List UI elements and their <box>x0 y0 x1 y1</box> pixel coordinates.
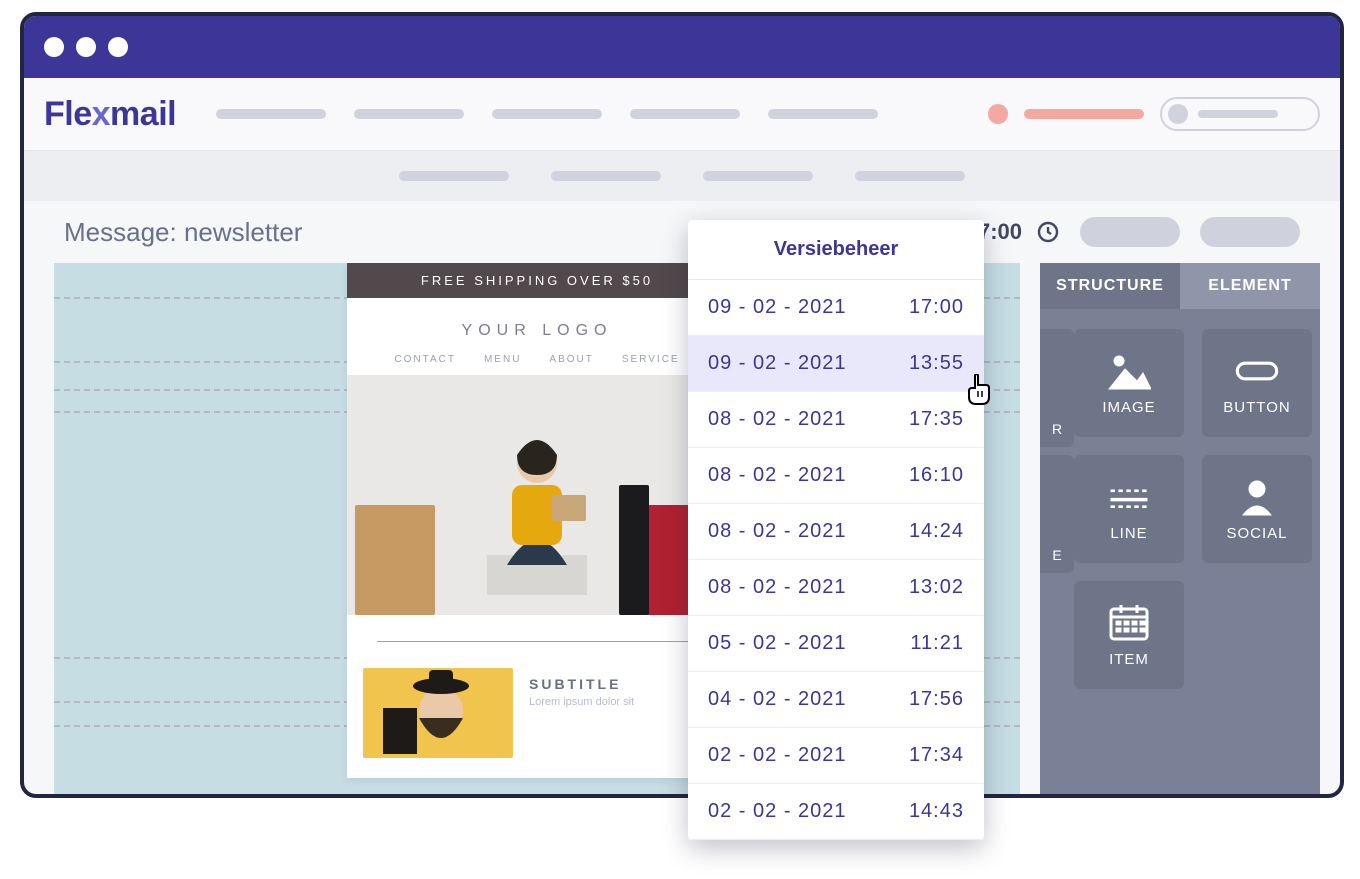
version-history-title: Versiebeheer <box>688 220 984 280</box>
app-window: Flexmail Message: newsletter Saved o <box>20 12 1344 798</box>
version-item[interactable]: 02 - 02 - 202117:34 <box>688 728 984 784</box>
toolbar: Message: newsletter Saved on 09-02-2021 … <box>24 201 1340 263</box>
account-menu[interactable] <box>1160 97 1320 131</box>
subnav-item[interactable] <box>703 171 813 181</box>
nav-item[interactable] <box>630 109 740 119</box>
element-label: E <box>1052 547 1061 563</box>
cursor-icon <box>966 374 994 406</box>
image-icon <box>1107 351 1151 391</box>
clock-icon <box>1036 220 1060 244</box>
element-label: SOCIAL <box>1226 525 1287 542</box>
account-name <box>1198 110 1278 118</box>
subnav-item[interactable] <box>855 171 965 181</box>
thumb-image[interactable] <box>363 668 513 758</box>
element-button[interactable]: BUTTON <box>1202 329 1312 437</box>
logo-part: mail <box>110 95 176 133</box>
calendar-icon <box>1107 603 1151 643</box>
element-label: ITEM <box>1109 651 1149 668</box>
version-item[interactable]: 05 - 02 - 202111:21 <box>688 616 984 672</box>
titlebar <box>24 16 1340 78</box>
version-item[interactable]: 09 - 02 - 202117:00 <box>688 280 984 336</box>
version-item[interactable]: 08 - 02 - 202113:02 <box>688 560 984 616</box>
version-item[interactable]: 02 - 02 - 202114:43 <box>688 784 984 840</box>
nav-item[interactable] <box>354 109 464 119</box>
avatar <box>1168 104 1188 124</box>
hero-image[interactable] <box>347 375 727 615</box>
social-icon <box>1235 477 1279 517</box>
canvas-nav-item[interactable]: MENU <box>484 354 521 365</box>
person-illustration <box>457 415 617 615</box>
tab-structure[interactable]: STRUCTURE <box>1040 263 1180 309</box>
version-item[interactable]: 08 - 02 - 202114:24 <box>688 504 984 560</box>
version-item[interactable]: 09 - 02 - 202113:55 <box>688 336 984 392</box>
subnav-item[interactable] <box>399 171 509 181</box>
canvas-nav: CONTACT MENU ABOUT SERVICE <box>347 348 727 375</box>
primary-nav-skeleton <box>216 109 878 119</box>
upgrade-link[interactable] <box>1024 109 1144 119</box>
toolbar-button[interactable] <box>1080 217 1180 247</box>
element-social[interactable]: SOCIAL <box>1202 455 1312 563</box>
app-logo[interactable]: Flexmail <box>44 95 176 134</box>
element-panel: STRUCTURE ELEMENT R E IMAGE BUTTON <box>1040 263 1320 795</box>
element-label: BUTTON <box>1223 399 1290 416</box>
subtitle-label[interactable]: SUBTITLE <box>529 676 634 692</box>
button-icon <box>1235 351 1279 391</box>
nav-item[interactable] <box>768 109 878 119</box>
element-line[interactable]: LINE <box>1074 455 1184 563</box>
element-tile-partial[interactable]: E <box>1040 455 1074 573</box>
notification-dot[interactable] <box>988 104 1008 124</box>
logo-part: x <box>92 95 110 133</box>
page-title: Message: newsletter <box>64 217 302 248</box>
canvas-nav-item[interactable]: ABOUT <box>549 354 593 365</box>
email-canvas[interactable]: FREE SHIPPING OVER $50 YOUR LOGO CONTACT… <box>347 263 727 778</box>
toolbar-button[interactable] <box>1200 217 1300 247</box>
logo-part: Fle <box>44 95 92 133</box>
version-history-dropdown: Versiebeheer 09 - 02 - 202117:0009 - 02 … <box>688 220 984 840</box>
thumb-illustration <box>363 668 513 758</box>
divider-block[interactable] <box>347 615 727 668</box>
window-dot[interactable] <box>44 37 64 57</box>
element-label: LINE <box>1110 525 1147 542</box>
element-label: R <box>1052 421 1062 437</box>
element-label: IMAGE <box>1102 399 1155 416</box>
nav-item[interactable] <box>492 109 602 119</box>
element-image[interactable]: IMAGE <box>1074 329 1184 437</box>
version-item[interactable]: 08 - 02 - 202116:10 <box>688 448 984 504</box>
content-row[interactable]: SUBTITLE Lorem ipsum dolor sit <box>347 668 727 778</box>
tab-element[interactable]: ELEMENT <box>1180 263 1320 309</box>
element-item[interactable]: ITEM <box>1074 581 1184 689</box>
subnav-item[interactable] <box>551 171 661 181</box>
canvas-nav-item[interactable]: SERVICE <box>622 354 680 365</box>
window-dot[interactable] <box>76 37 96 57</box>
canvas-logo[interactable]: YOUR LOGO <box>347 298 727 348</box>
canvas-nav-item[interactable]: CONTACT <box>394 354 456 365</box>
version-item[interactable]: 08 - 02 - 202117:35 <box>688 392 984 448</box>
version-item[interactable]: 04 - 02 - 202117:56 <box>688 672 984 728</box>
promo-banner[interactable]: FREE SHIPPING OVER $50 <box>347 263 727 298</box>
lorem-text[interactable]: Lorem ipsum dolor sit <box>529 696 634 708</box>
window-dot[interactable] <box>108 37 128 57</box>
secondary-nav <box>24 151 1340 201</box>
header: Flexmail <box>24 78 1340 151</box>
nav-item[interactable] <box>216 109 326 119</box>
line-icon <box>1107 477 1151 517</box>
editor-stage: FREE SHIPPING OVER $50 YOUR LOGO CONTACT… <box>24 263 1340 795</box>
element-tile-partial[interactable]: R <box>1040 329 1074 447</box>
side-tabs: STRUCTURE ELEMENT <box>1040 263 1320 309</box>
